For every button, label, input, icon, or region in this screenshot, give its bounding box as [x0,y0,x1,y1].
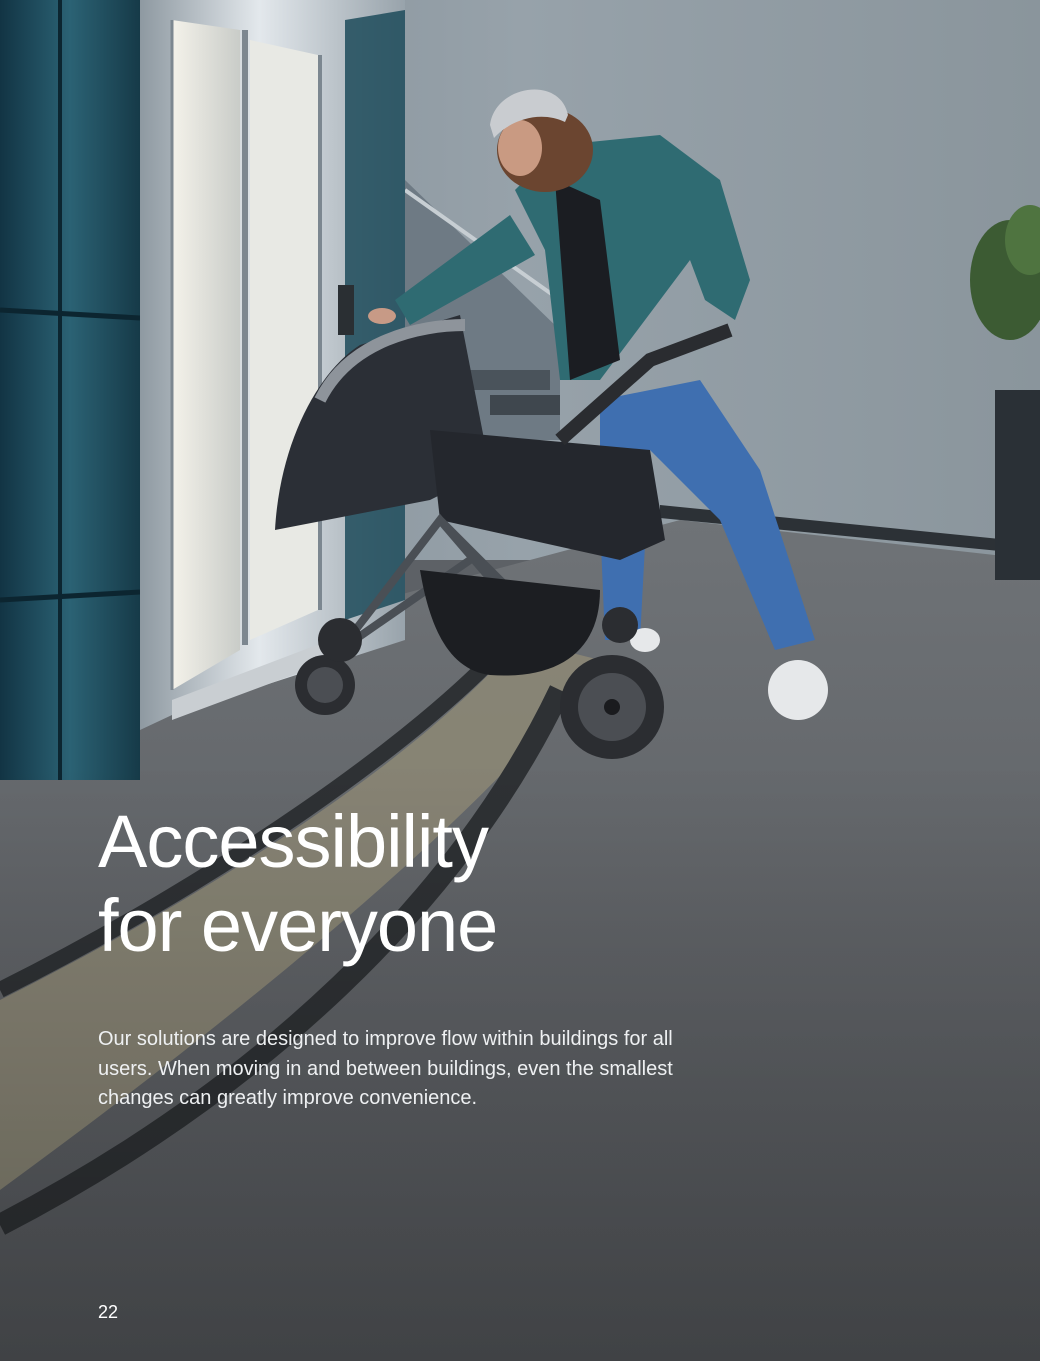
brochure-page: Accessibility for everyone Our solutions… [0,0,1040,1361]
body-paragraph: Our solutions are designed to improve fl… [98,1025,778,1114]
body-line-1: Our solutions are designed to improve fl… [98,1028,673,1050]
heading-line-2: for everyone [98,884,498,967]
body-line-2: users. When moving in and between buildi… [98,1057,673,1080]
page-number: 22 [98,1302,119,1322]
page-heading: Accessibility for everyone [98,800,498,968]
body-line-3: changes can greatly improve convenience. [98,1087,478,1109]
elevator-scene-photo [0,0,1040,1361]
heading-line-1: Accessibility [98,800,489,883]
